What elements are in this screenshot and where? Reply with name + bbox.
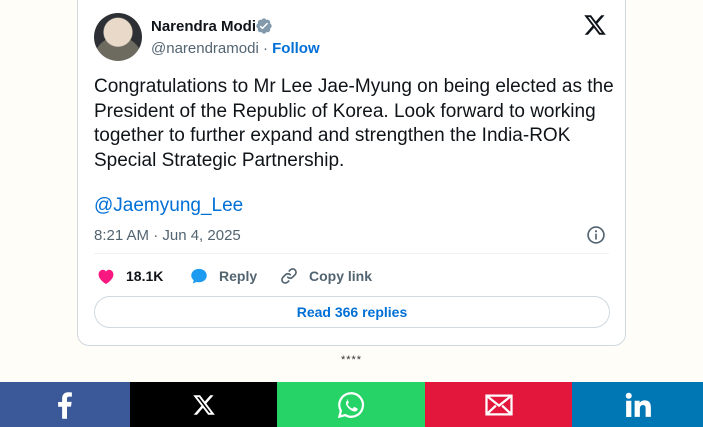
mention-link[interactable]: @Jaemyung_Lee: [94, 195, 243, 217]
share-bar: [0, 382, 703, 427]
copy-link-label: Copy link: [309, 268, 373, 284]
reply-label: Reply: [219, 268, 258, 284]
facebook-icon: [58, 391, 72, 419]
whatsapp-icon: [337, 391, 365, 418]
like-count: 18.1K: [126, 268, 164, 284]
tweet-header: Narendra Modi @narendramodi · Follow: [94, 12, 609, 64]
timestamp[interactable]: 8:21 AM · Jun 4, 2025: [94, 227, 241, 244]
linkedin-icon: [625, 392, 651, 417]
heart-icon: [98, 269, 114, 284]
copy-link-button[interactable]: Copy link: [279, 264, 372, 288]
follow-link[interactable]: Follow: [272, 40, 320, 57]
page: Narendra Modi @narendramodi · Follow Con…: [0, 0, 703, 427]
read-replies-button[interactable]: Read 366 replies: [94, 296, 610, 328]
x-icon: [192, 394, 215, 415]
handle-separator: ·: [262, 40, 268, 57]
divider: [94, 253, 609, 254]
like-button[interactable]: 18.1K: [96, 264, 163, 288]
info-icon[interactable]: [586, 225, 606, 245]
share-email-button[interactable]: [425, 382, 572, 427]
share-linkedin-button[interactable]: [572, 382, 703, 427]
author-name[interactable]: Narendra Modi: [151, 18, 256, 35]
verified-badge-icon: [256, 18, 272, 34]
share-x-button[interactable]: [130, 382, 277, 427]
author-handle[interactable]: @narendramodi: [151, 40, 259, 57]
link-icon: [281, 268, 297, 284]
avatar[interactable]: [94, 13, 142, 61]
tweet-text: Congratulations to Mr Lee Jae-Myung on b…: [94, 76, 614, 171]
handle-line: @narendramodi · Follow: [151, 40, 320, 57]
share-facebook-button[interactable]: [0, 382, 130, 427]
reply-bubble-icon: [191, 268, 207, 284]
share-whatsapp-button[interactable]: [277, 382, 425, 427]
email-icon: [484, 394, 513, 415]
section-separator: ****: [340, 354, 363, 366]
reply-button[interactable]: Reply: [189, 264, 257, 288]
tweet-actions: 18.1K Reply Copy link: [94, 264, 594, 288]
tweet-embed: Narendra Modi @narendramodi · Follow Con…: [77, 0, 626, 346]
x-logo-icon[interactable]: [583, 13, 607, 37]
